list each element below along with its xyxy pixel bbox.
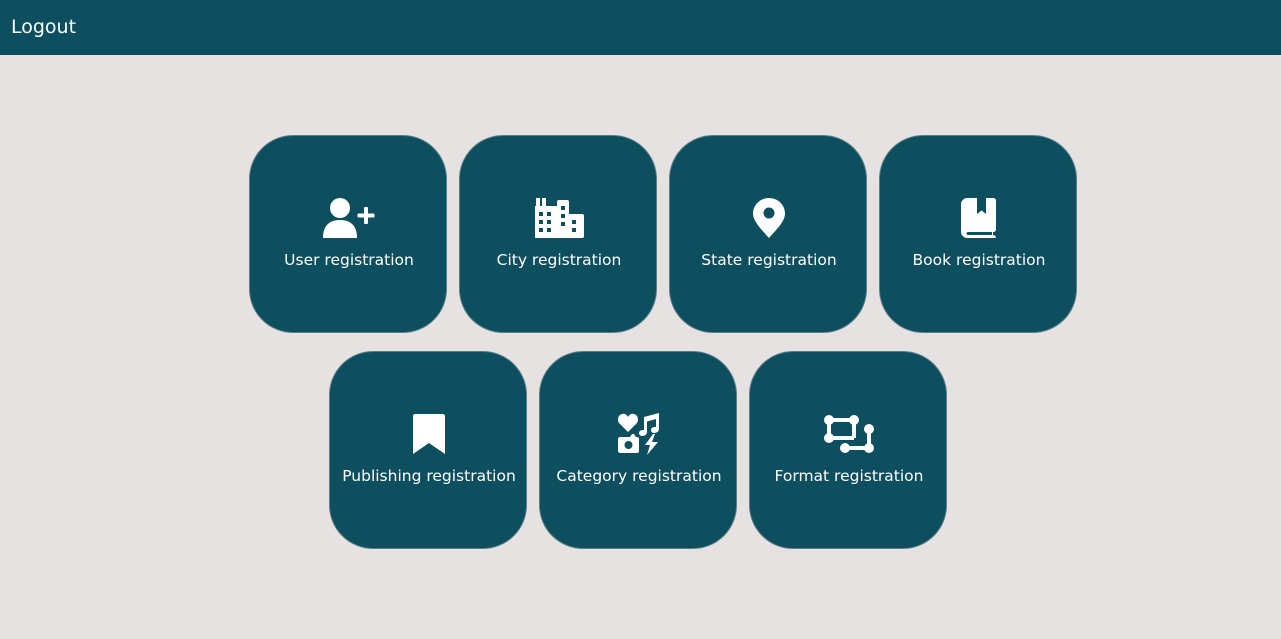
- registration-menu: User registration City registration Stat…: [0, 0, 1281, 639]
- location-pin-icon: [670, 196, 868, 240]
- icons-category-icon: [540, 412, 738, 456]
- card-label: City registration: [496, 251, 622, 269]
- card-label: Category registration: [556, 467, 722, 485]
- card-publishing-registration[interactable]: Publishing registration: [329, 351, 527, 549]
- card-format-registration[interactable]: Format registration: [749, 351, 947, 549]
- card-label: User registration: [284, 251, 414, 269]
- vector-square-icon: [750, 412, 948, 456]
- card-label: State registration: [701, 251, 837, 269]
- card-book-registration[interactable]: Book registration: [879, 135, 1077, 333]
- bookmark-icon: [330, 412, 528, 456]
- city-icon: [460, 196, 658, 240]
- card-city-registration[interactable]: City registration: [459, 135, 657, 333]
- card-user-registration[interactable]: User registration: [249, 135, 447, 333]
- card-state-registration[interactable]: State registration: [669, 135, 867, 333]
- book-bookmark-icon: [880, 196, 1078, 240]
- card-category-registration[interactable]: Category registration: [539, 351, 737, 549]
- card-label: Format registration: [774, 467, 924, 485]
- card-label: Publishing registration: [342, 467, 516, 485]
- user-plus-icon: [250, 196, 448, 240]
- card-label: Book registration: [912, 251, 1046, 269]
